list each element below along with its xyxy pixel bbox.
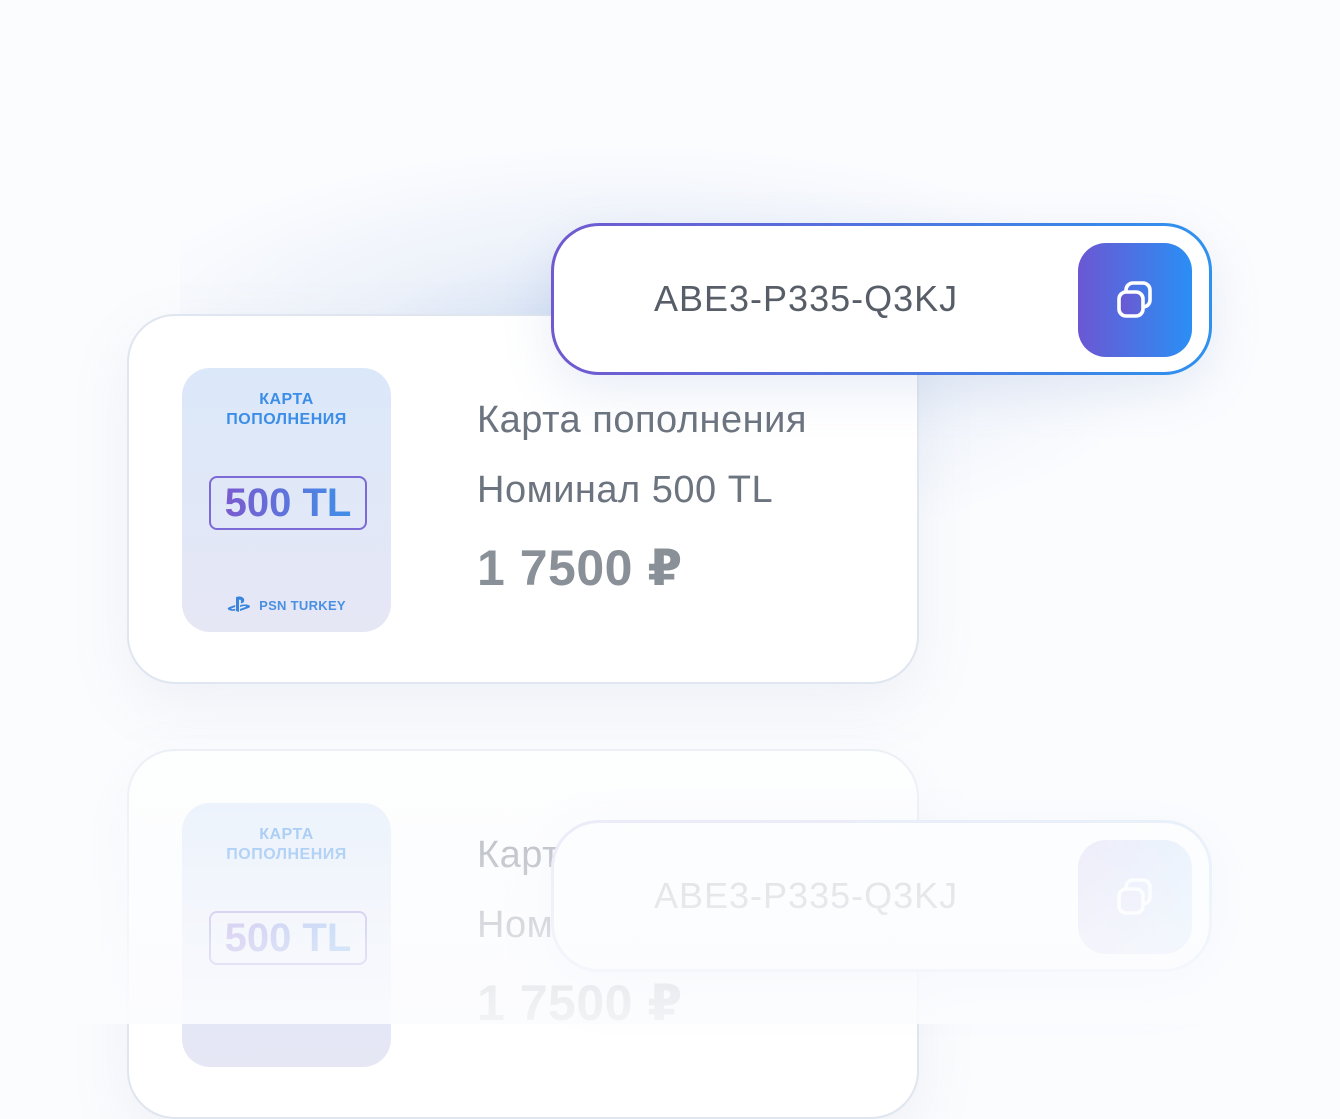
thumbnail-value-badge: 500 TL — [209, 476, 367, 530]
thumbnail-title: КАРТА ПОПОЛНЕНИЯ — [182, 390, 391, 430]
copy-icon — [1117, 281, 1152, 318]
thumbnail-title-line2-ghost: ПОПОЛНЕНИЯ — [226, 846, 347, 863]
playstation-icon — [227, 596, 251, 612]
product-price-ghost: 1 7500 ₽ — [477, 975, 683, 1031]
thumbnail-value-badge-ghost: 500 TL — [209, 911, 367, 965]
gift-card-thumbnail: КАРТА ПОПОЛНЕНИЯ 500 TL PSN TURKEY — [182, 368, 391, 632]
product-name: Карта пополнения — [477, 399, 807, 441]
activation-code-ghost: ABE3-P335-Q3KJ — [654, 875, 959, 916]
gift-card-thumbnail-ghost: КАРТА ПОПОЛНЕНИЯ 500 TL — [182, 803, 391, 1067]
product-denomination: Номинал 500 TL — [477, 469, 774, 511]
product-price: 1 7500 ₽ — [477, 540, 683, 596]
code-field: ABE3-P335-Q3KJ — [551, 223, 1212, 375]
thumbnail-title-line1-ghost: КАРТА — [259, 826, 314, 843]
thumbnail-brand-label: PSN TURKEY — [259, 597, 346, 613]
thumbnail-brand: PSN TURKEY — [182, 596, 391, 614]
thumbnail-value-ghost: 500 TL — [224, 916, 352, 960]
copy-button-ghost — [1078, 840, 1192, 954]
thumbnail-title-line2: ПОПОЛНЕНИЯ — [226, 411, 347, 428]
product-info: Карта пополнения Номинал 500 TL 1 7500 ₽ — [477, 400, 807, 596]
thumbnail-title-ghost: КАРТА ПОПОЛНЕНИЯ — [182, 825, 391, 865]
copy-icon — [1117, 878, 1152, 915]
thumbnail-value: 500 TL — [224, 481, 352, 525]
activation-code[interactable]: ABE3-P335-Q3KJ — [654, 226, 958, 372]
code-field-ghost: ABE3-P335-Q3KJ — [551, 820, 1212, 972]
copy-button[interactable] — [1078, 243, 1192, 357]
thumbnail-title-line1: КАРТА — [259, 391, 314, 408]
